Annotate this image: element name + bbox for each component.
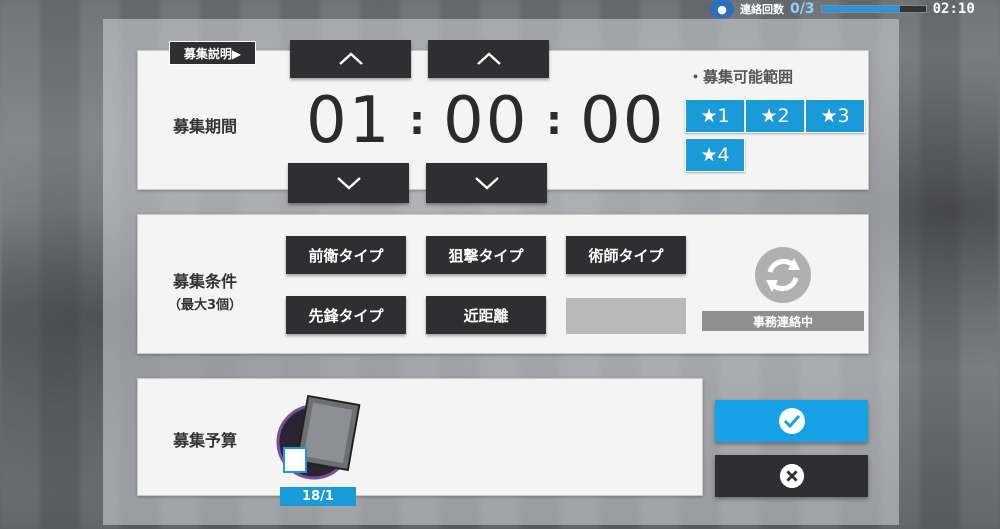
minutes-down-button[interactable] xyxy=(426,163,547,203)
tag-vanguard[interactable]: 先鋒タイプ xyxy=(286,296,406,334)
range-title: ・募集可能範囲 xyxy=(688,68,794,86)
item-count-badge: 18/1 xyxy=(280,487,356,506)
refresh-icon xyxy=(755,247,811,303)
star-1-badge: ★1 xyxy=(685,99,745,133)
refresh-tags-button[interactable] xyxy=(752,244,814,306)
cancel-button[interactable] xyxy=(715,455,868,497)
conditions-title: 募集条件 xyxy=(172,272,237,291)
recruit-permit-item xyxy=(272,390,368,486)
recruit-explain-button[interactable]: 募集説明▶ xyxy=(169,41,256,65)
star-2-badge: ★2 xyxy=(745,99,805,133)
contact-progress-bar xyxy=(820,5,927,13)
separator-1: : xyxy=(409,98,425,144)
hours-up-button[interactable] xyxy=(290,40,411,78)
conditions-label: 募集条件 （最大3個） xyxy=(155,268,255,313)
tag-sniper[interactable]: 狙撃タイプ xyxy=(426,236,546,274)
contact-count: 0/3 xyxy=(790,1,815,17)
status-label: 事務連絡中 xyxy=(702,311,864,331)
close-icon xyxy=(779,463,804,489)
conditions-sublabel: （最大3個） xyxy=(167,298,243,313)
minutes-value: 00 xyxy=(443,84,529,158)
tag-empty-slot xyxy=(566,298,686,334)
check-icon xyxy=(778,408,805,434)
chevron-down-icon xyxy=(336,177,361,190)
duration-label: 募集期間 xyxy=(172,117,237,136)
star-3-badge: ★3 xyxy=(805,99,865,133)
minutes-up-button[interactable] xyxy=(428,40,549,78)
tag-caster[interactable]: 術師タイプ xyxy=(566,236,686,274)
contact-icon: ● xyxy=(710,0,734,18)
confirm-button[interactable] xyxy=(715,400,868,442)
seconds-value: 00 xyxy=(580,84,666,158)
contact-hud: ● 連絡回数 0/3 02:10 xyxy=(710,0,1000,18)
hours-down-button[interactable] xyxy=(288,163,409,203)
contact-label: 連絡回数 xyxy=(740,3,784,16)
hours-value: 01 xyxy=(306,84,392,158)
contact-progress-fill xyxy=(821,6,900,12)
chevron-down-icon xyxy=(474,177,499,190)
star-4-badge: ★4 xyxy=(685,138,745,172)
chevron-up-icon xyxy=(338,52,363,65)
tag-vanguard-front[interactable]: 前衛タイプ xyxy=(286,236,406,274)
separator-2: : xyxy=(546,98,562,144)
chevron-up-icon xyxy=(476,52,501,65)
recruit-permit-icon xyxy=(276,394,361,480)
clock-time: 02:10 xyxy=(932,1,975,17)
budget-label: 募集予算 xyxy=(172,431,237,450)
tag-melee[interactable]: 近距離 xyxy=(426,296,546,334)
